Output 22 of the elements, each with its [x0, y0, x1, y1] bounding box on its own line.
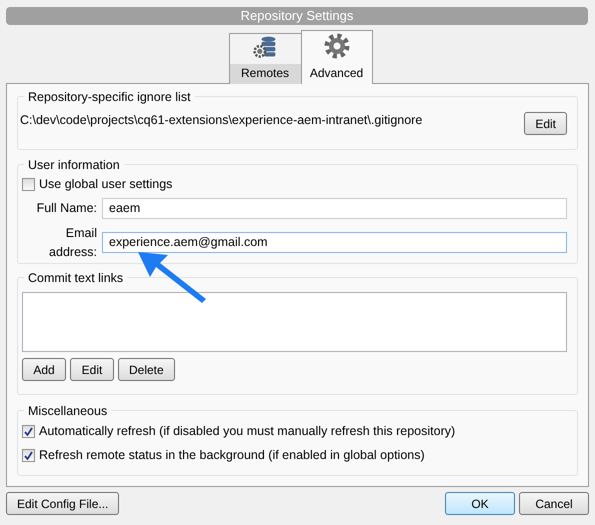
- edit-button[interactable]: Edit: [524, 112, 567, 135]
- checkbox[interactable]: [22, 424, 35, 438]
- checkbox-label: Use global user settings: [39, 176, 172, 193]
- dialog-button[interactable]: OK: [445, 492, 515, 515]
- dialog-button[interactable]: Cancel: [519, 492, 589, 515]
- window-title: Repository Settings: [6, 7, 588, 25]
- link-button[interactable]: Delete: [118, 358, 175, 381]
- file-path: C:\dev\code\projects\cq61-extensions\experience-aem-intranet\.gitignore: [20, 112, 422, 129]
- tab[interactable]: Advanced: [300, 30, 372, 84]
- checkbox[interactable]: [22, 448, 35, 462]
- checkbox-label: Refresh remote status in the background (if enabled in global options): [39, 446, 425, 464]
- link-button[interactable]: Add: [22, 358, 66, 381]
- link-button[interactable]: Edit: [70, 358, 114, 381]
- field-label: Full Name:: [36, 200, 98, 217]
- dialog-button[interactable]: Edit Config File...: [6, 492, 120, 515]
- gear-icon: [322, 32, 350, 60]
- checkbox-label: Automatically refresh (if disabled you must manually refresh this repository): [39, 423, 456, 440]
- tab[interactable]: Remotes: [228, 33, 300, 84]
- field-label: Email address:: [48, 224, 98, 260]
- input-field[interactable]: experience.aem@gmail.com: [102, 232, 567, 253]
- input-field[interactable]: eaem: [102, 198, 567, 219]
- checkbox[interactable]: [22, 178, 35, 191]
